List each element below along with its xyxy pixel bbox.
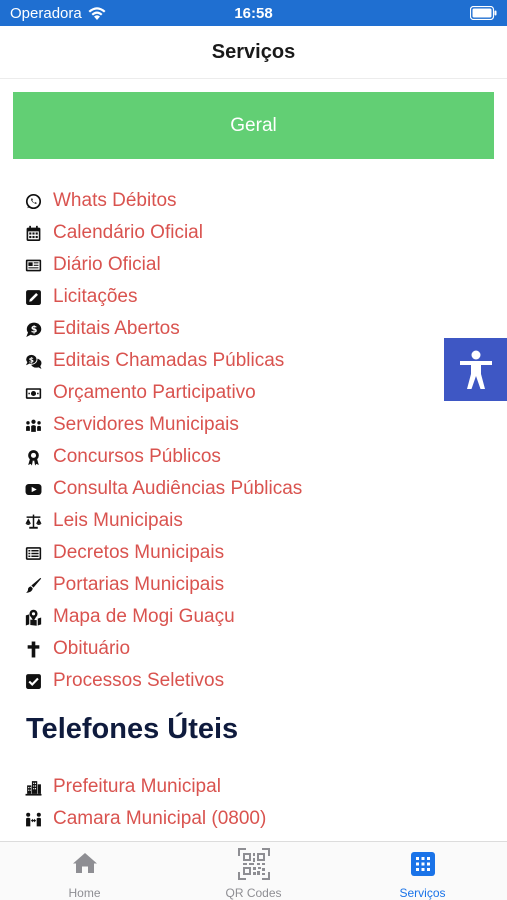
accessibility-button[interactable] bbox=[444, 338, 507, 401]
geral-category-button[interactable]: Geral bbox=[13, 92, 494, 159]
home-icon bbox=[72, 853, 97, 873]
accessibility-icon bbox=[459, 350, 492, 389]
comments-dollar-icon: $ bbox=[25, 353, 42, 370]
service-label: Orçamento Participativo bbox=[53, 382, 256, 403]
service-item-editais-abertos[interactable]: $ Editais Abertos bbox=[0, 313, 400, 345]
balance-scale-icon bbox=[25, 513, 42, 530]
people-arrows-icon bbox=[25, 811, 42, 828]
service-item-whats-debitos[interactable]: Whats Débitos bbox=[0, 185, 400, 217]
service-item-portarias-municipais[interactable]: Portarias Municipais bbox=[0, 569, 400, 601]
service-item-calendario-oficial[interactable]: Calendário Oficial bbox=[0, 217, 400, 249]
service-label: Calendário Oficial bbox=[53, 222, 203, 243]
grid-icon bbox=[410, 852, 435, 876]
service-item-processos-seletivos[interactable]: Processos Seletivos bbox=[0, 665, 400, 697]
svg-text:$: $ bbox=[31, 325, 38, 336]
edit-square-icon bbox=[25, 289, 42, 306]
geral-category-label: Geral bbox=[230, 114, 277, 136]
award-icon bbox=[25, 449, 42, 466]
tab-servicos[interactable]: Serviços bbox=[338, 842, 507, 900]
tab-label: Serviços bbox=[399, 886, 446, 900]
phone-label: Prefeitura Municipal bbox=[53, 776, 221, 797]
service-item-diario-oficial[interactable]: Diário Oficial bbox=[0, 249, 400, 281]
service-label: Processos Seletivos bbox=[53, 670, 225, 691]
cross-icon bbox=[25, 641, 42, 658]
qrcode-icon bbox=[237, 848, 270, 880]
service-item-orcamento-participativo[interactable]: Orçamento Participativo bbox=[0, 377, 400, 409]
list-alt-icon bbox=[25, 545, 42, 562]
svg-text:$: $ bbox=[29, 356, 34, 365]
comment-dollar-icon: $ bbox=[25, 321, 42, 338]
service-label: Editais Abertos bbox=[53, 318, 180, 339]
page-title: Serviços bbox=[211, 41, 296, 63]
service-item-servidores-municipais[interactable]: Servidores Municipais bbox=[0, 409, 400, 441]
service-item-consulta-audiencias-publicas[interactable]: Consulta Audiências Públicas bbox=[0, 473, 400, 505]
phone-item-prefeitura-municipal[interactable]: Prefeitura Municipal bbox=[0, 771, 400, 803]
service-label: Portarias Municipais bbox=[53, 574, 225, 595]
service-label: Concursos Públicos bbox=[53, 446, 221, 467]
service-item-concursos-publicos[interactable]: Concursos Públicos bbox=[0, 441, 400, 473]
pen-brush-icon bbox=[25, 577, 42, 594]
navigation-header: Serviços bbox=[0, 26, 507, 79]
building-icon bbox=[25, 779, 42, 796]
money-bill-icon bbox=[25, 385, 42, 402]
service-label: Obituário bbox=[53, 638, 131, 659]
clock: 16:58 bbox=[234, 5, 273, 22]
phone-label: Camara Municipal (0800) bbox=[53, 808, 267, 829]
people-group-icon bbox=[25, 417, 42, 434]
service-label: Mapa de Mogi Guaçu bbox=[53, 606, 235, 627]
service-item-mapa-de-mogi-guacu[interactable]: Mapa de Mogi Guaçu bbox=[0, 601, 400, 633]
tab-home[interactable]: Home bbox=[0, 842, 169, 900]
app-screen: Operadora 16:58 Serviços Geral Whats Déb… bbox=[0, 0, 507, 900]
phones-section-heading: Telefones Úteis bbox=[26, 713, 239, 745]
service-item-obituario[interactable]: Obituário bbox=[0, 633, 400, 665]
whatsapp-icon bbox=[25, 193, 42, 210]
service-label: Servidores Municipais bbox=[53, 414, 239, 435]
service-item-editais-chamadas-publicas[interactable]: $ Editais Chamadas Públicas bbox=[0, 345, 400, 377]
check-square-icon bbox=[25, 673, 42, 690]
service-label: Whats Débitos bbox=[53, 190, 177, 211]
youtube-icon bbox=[25, 481, 42, 498]
service-label: Leis Municipais bbox=[53, 510, 183, 531]
tab-label: QR Codes bbox=[225, 886, 282, 900]
tab-label: Home bbox=[68, 886, 101, 900]
service-label: Editais Chamadas Públicas bbox=[53, 350, 285, 371]
battery-icon bbox=[470, 6, 497, 20]
map-marked-icon bbox=[25, 609, 42, 626]
tab-bar: Home QR Codes Serviços bbox=[0, 841, 507, 900]
service-item-licitacoes[interactable]: Licitações bbox=[0, 281, 400, 313]
phone-item-camara-municipal[interactable]: Camara Municipal (0800) bbox=[0, 803, 400, 835]
newspaper-icon bbox=[25, 257, 42, 274]
service-item-leis-municipais[interactable]: Leis Municipais bbox=[0, 505, 400, 537]
service-item-decretos-municipais[interactable]: Decretos Municipais bbox=[0, 537, 400, 569]
tab-qr-codes[interactable]: QR Codes bbox=[169, 842, 338, 900]
calendar-icon bbox=[25, 225, 42, 242]
service-label: Licitações bbox=[53, 286, 138, 307]
status-bar: Operadora 16:58 bbox=[0, 0, 507, 26]
service-label: Consulta Audiências Públicas bbox=[53, 478, 303, 499]
service-label: Decretos Municipais bbox=[53, 542, 225, 563]
service-label: Diário Oficial bbox=[53, 254, 161, 275]
